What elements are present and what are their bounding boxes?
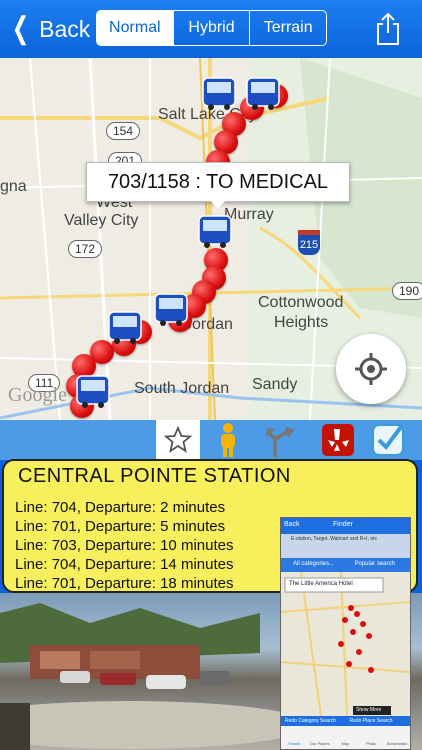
segment-terrain[interactable]: Terrain — [249, 11, 326, 45]
preview-button-row: All categories... Popular search — [281, 558, 410, 572]
preview-tab-bookmarks: Bookmarks — [387, 741, 408, 746]
foursquare-icon — [372, 424, 404, 456]
map-label-south-jordan: South Jordan — [134, 380, 230, 397]
preview-map: The Little America Hotel Show More — [281, 571, 410, 717]
departure-row: Line: 703, Departure: 10 minutes — [15, 537, 234, 554]
route-shield-154: 154 — [106, 122, 141, 140]
chevron-left-icon: ❮ — [11, 12, 30, 45]
preview-bottom-area: Redo Category Search Redo Place Search T… — [281, 716, 410, 749]
finder-app-preview[interactable]: Back Finder E-station, Target, Walmart a… — [280, 517, 411, 750]
preview-title: Finder — [333, 521, 353, 528]
bus-icon[interactable] — [74, 374, 112, 410]
interstate-shield-215: 215 — [298, 230, 320, 255]
navigation-bar: ❮ Back Normal Hybrid Terrain — [0, 0, 422, 58]
preview-tab-transit: Transit — [287, 741, 300, 746]
station-name: CENTRAL POINTE STATION — [18, 465, 291, 487]
preview-tab-our-places: Our Places — [309, 741, 330, 746]
bus-icon[interactable] — [196, 214, 234, 250]
yelp-icon — [322, 424, 354, 456]
preview-show-more: Show More — [356, 707, 382, 713]
street-view-person-icon — [221, 423, 235, 457]
map-label-valley-city: Valley City — [64, 212, 139, 229]
preview-search-hint: E-station, Target, Walmart and R+I, etc — [291, 536, 378, 542]
route-shield-172: 172 — [68, 240, 103, 258]
map-label-magna: gna — [0, 178, 27, 195]
preview-tab-map: Map — [341, 741, 350, 746]
street-view-button[interactable] — [206, 420, 250, 460]
bus-icon[interactable] — [244, 76, 282, 112]
back-button[interactable]: ❮ Back — [8, 12, 91, 45]
preview-back-label: Back — [284, 521, 300, 528]
map-view[interactable]: Salt Lake City West Valley City Murray C… — [0, 58, 422, 420]
crosshair-icon — [355, 353, 387, 385]
preview-map-drawing — [281, 571, 410, 717]
preview-nav-bar: Back Finder — [281, 518, 410, 534]
map-label-cottonwood: Cottonwood — [258, 294, 344, 311]
foursquare-button[interactable] — [366, 420, 410, 460]
favorite-button[interactable] — [156, 420, 200, 460]
bus-icon[interactable] — [152, 292, 190, 328]
segment-normal[interactable]: Normal — [97, 11, 173, 45]
preview-place-name: The Little America Hotel — [289, 581, 353, 587]
preview-redo-category: Redo Category Search — [285, 718, 336, 724]
departure-row: Line: 704, Departure: 14 minutes — [15, 556, 234, 573]
preview-search-bar: E-station, Target, Walmart and R+I, etc — [281, 534, 410, 558]
route-shield-190: 190 — [392, 282, 422, 300]
my-location-button[interactable] — [336, 334, 406, 404]
star-icon — [163, 425, 193, 453]
callout-pointer — [209, 199, 227, 209]
directions-icon — [266, 426, 295, 457]
bus-icon[interactable] — [200, 76, 238, 112]
bus-icon[interactable] — [106, 310, 144, 346]
departure-row: Line: 704, Departure: 2 minutes — [15, 499, 226, 516]
google-logo: Google — [8, 384, 67, 406]
back-label: Back — [39, 15, 91, 42]
map-label-sandy: Sandy — [252, 376, 298, 393]
action-toolbar — [0, 420, 422, 460]
departure-row: Line: 701, Departure: 18 minutes — [15, 575, 234, 592]
preview-tab-photo: Photo — [366, 741, 377, 746]
map-label-heights: Heights — [274, 314, 329, 331]
preview-all-categories: All categories... — [293, 561, 335, 567]
yelp-button[interactable] — [316, 420, 360, 460]
map-type-segmented-control: Normal Hybrid Terrain — [96, 10, 327, 46]
bus-callout[interactable]: 703/1158 : TO MEDICAL — [86, 162, 350, 202]
preview-redo-place: Redo Place Search — [349, 718, 393, 724]
segment-hybrid[interactable]: Hybrid — [172, 11, 250, 45]
directions-button[interactable] — [260, 420, 304, 460]
share-icon[interactable] — [375, 12, 401, 46]
departure-row: Line: 701, Departure: 5 minutes — [15, 518, 226, 535]
preview-popular-search: Popular search — [354, 561, 395, 567]
